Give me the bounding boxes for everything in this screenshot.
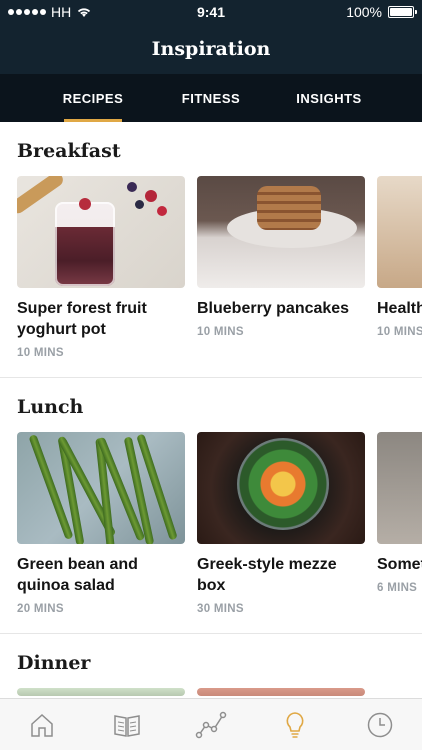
clock-icon	[367, 712, 392, 737]
recipe-card[interactable]: Somet 6 MINS	[377, 432, 422, 615]
recipe-card[interactable]: Green bean and quinoa salad 20 MINS	[17, 432, 185, 615]
recipe-image	[377, 176, 422, 288]
battery-icon	[388, 6, 417, 18]
tab-progress[interactable]	[189, 703, 233, 747]
page-title: Inspiration	[151, 38, 271, 60]
section-breakfast: Breakfast Super forest fruit yoghurt pot…	[0, 122, 422, 378]
recipe-time: 6 MINS	[377, 582, 418, 594]
recipe-title: Super forest fruit yoghurt pot	[17, 300, 147, 338]
home-icon	[31, 713, 53, 737]
progress-chart-icon	[195, 711, 227, 738]
card-carousel[interactable]	[17, 688, 422, 698]
category-tabs: RECIPES FITNESS INSIGHTS	[0, 74, 422, 122]
section-lunch: Lunch Green bean and quinoa salad 20 MIN…	[0, 378, 422, 634]
recipe-title: Green bean and quinoa salad	[17, 556, 138, 594]
section-title: Lunch	[17, 396, 84, 418]
book-icon	[113, 714, 140, 737]
tab-book[interactable]	[105, 703, 149, 747]
recipe-title: Blueberry pancakes	[197, 300, 350, 317]
tab-insights[interactable]: INSIGHTS	[270, 74, 388, 122]
card-carousel[interactable]: Super forest fruit yoghurt pot 10 MINS B…	[17, 176, 422, 377]
recipe-image	[377, 432, 422, 544]
recipe-title: Somet	[377, 556, 422, 573]
bottom-tab-bar	[0, 698, 422, 750]
recipe-time: 10 MINS	[197, 326, 244, 338]
recipe-card[interactable]: Blueberry pancakes 10 MINS	[197, 176, 365, 359]
recipe-time: 10 MINS	[377, 326, 422, 338]
recipe-image	[197, 688, 365, 696]
recipe-time: 30 MINS	[197, 603, 244, 615]
recipe-title: Health	[377, 300, 422, 317]
wifi-icon	[78, 8, 91, 17]
recipe-image	[17, 432, 185, 544]
tab-recipes[interactable]: RECIPES	[34, 74, 152, 122]
recipe-image	[17, 688, 185, 696]
recipe-image	[17, 176, 185, 288]
tab-home[interactable]	[20, 703, 64, 747]
recipe-card[interactable]: Greek-style mezze box 30 MINS	[197, 432, 365, 615]
tab-fitness[interactable]: FITNESS	[152, 74, 270, 122]
app-header: HH 9:41 100% Inspiration	[0, 0, 422, 74]
card-carousel[interactable]: Green bean and quinoa salad 20 MINS Gree…	[17, 432, 422, 633]
recipes-feed[interactable]: Breakfast Super forest fruit yoghurt pot…	[0, 122, 422, 698]
recipe-card[interactable]: Super forest fruit yoghurt pot 10 MINS	[17, 176, 185, 359]
recipe-image	[197, 176, 365, 288]
signal-strength-icon	[8, 9, 46, 15]
carrier-label: HH	[51, 4, 72, 20]
recipe-image	[197, 432, 365, 544]
section-dinner: Dinner	[0, 634, 422, 698]
recipe-title: Greek-style mezze box	[197, 556, 337, 594]
recipe-time: 20 MINS	[17, 603, 64, 615]
tab-history[interactable]	[358, 703, 402, 747]
battery-percent: 100%	[346, 4, 382, 20]
clock-time: 9:41	[196, 4, 226, 20]
status-bar: HH 9:41 100%	[0, 0, 422, 24]
lightbulb-icon	[286, 711, 304, 738]
section-title: Breakfast	[17, 140, 121, 162]
recipe-card[interactable]: Health 10 MINS	[377, 176, 422, 359]
tab-inspiration[interactable]	[273, 703, 317, 747]
section-title: Dinner	[17, 652, 91, 674]
recipe-card[interactable]	[197, 688, 365, 696]
recipe-card[interactable]	[17, 688, 185, 696]
recipe-time: 10 MINS	[17, 347, 64, 359]
